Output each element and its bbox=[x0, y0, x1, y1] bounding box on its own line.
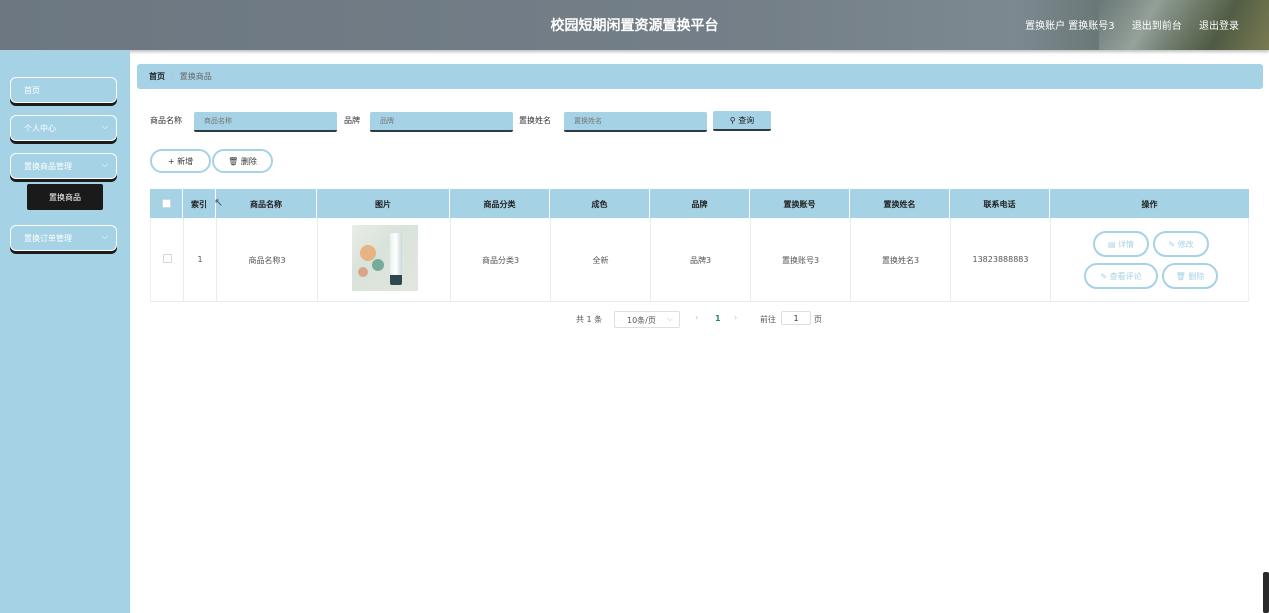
add-button[interactable]: + 新增 bbox=[150, 149, 211, 173]
goto-page-input[interactable]: 1 bbox=[781, 311, 811, 325]
image-flower-3 bbox=[358, 267, 368, 277]
next-page-icon[interactable]: › bbox=[734, 313, 737, 322]
row-delete-button-label: 删除 bbox=[1188, 272, 1205, 281]
query-button[interactable]: ⚲ 查询 bbox=[713, 111, 771, 131]
row-select-cell[interactable] bbox=[151, 218, 184, 301]
current-page-number[interactable]: 1 bbox=[715, 314, 721, 323]
view-reviews-button-label: 查看评论 bbox=[1109, 272, 1142, 281]
header-brand: 品牌 bbox=[650, 189, 750, 218]
header-links: 置换账户 置换账号3 退出到前台 退出登录 bbox=[1011, 17, 1239, 32]
product-image[interactable] bbox=[352, 225, 418, 291]
chevron-down-icon: ⌵ bbox=[101, 160, 108, 169]
chevron-down-icon: ⌵ bbox=[101, 232, 108, 241]
cell-account: 置换账号3 bbox=[751, 218, 851, 301]
sidebar-item-goods-management[interactable]: 置换商品管理 ⌵ bbox=[10, 153, 117, 179]
cell-operations: ▤ 详情 ✎ 修改 ✎ 查看评论 🗑 删除 bbox=[1051, 218, 1250, 301]
sidebar-item-order-management[interactable]: 置换订单管理 ⌵ bbox=[10, 225, 117, 251]
owner-name-input[interactable] bbox=[564, 112, 707, 132]
table-header: 索引 商品名称 图片 商品分类 成色 品牌 置换账号 置换姓名 联系电话 操作 bbox=[150, 189, 1249, 218]
header-phone: 联系电话 bbox=[950, 189, 1050, 218]
brand-label: 品牌 bbox=[344, 116, 360, 125]
goods-name-label: 商品名称 bbox=[150, 116, 182, 125]
row-delete-button[interactable]: 🗑 删除 bbox=[1162, 263, 1218, 289]
document-icon: ▤ bbox=[1107, 240, 1116, 249]
submenu-item-goods[interactable]: 置换商品 bbox=[27, 184, 103, 210]
owner-name-label: 置换姓名 bbox=[519, 116, 551, 125]
plus-icon: + bbox=[167, 157, 175, 166]
to-front-link[interactable]: 退出到前台 bbox=[1132, 21, 1182, 32]
cell-index: 1 bbox=[184, 218, 217, 301]
scrollbar-thumb[interactable] bbox=[1263, 572, 1269, 613]
edit-icon: ✎ bbox=[1168, 240, 1176, 249]
header-owner-name: 置换姓名 bbox=[850, 189, 950, 218]
pager-total: 共 1 条 bbox=[576, 315, 603, 324]
sidebar-item-label: 置换订单管理 bbox=[24, 234, 72, 243]
edit-button[interactable]: ✎ 修改 bbox=[1153, 231, 1209, 257]
account-info: 置换账户 置换账号3 bbox=[1025, 21, 1115, 32]
sidebar-item-label: 置换商品管理 bbox=[24, 162, 72, 171]
header-goods-name: 商品名称 bbox=[216, 189, 317, 218]
add-button-label: 新增 bbox=[177, 157, 194, 166]
chevron-down-icon: ⌵ bbox=[666, 314, 673, 323]
page-size-select[interactable]: 10条/页 ⌵ bbox=[614, 311, 680, 328]
sidebar-item-label: 首页 bbox=[24, 86, 40, 95]
logout-link[interactable]: 退出登录 bbox=[1199, 21, 1239, 32]
sidebar-item-home[interactable]: 首页 bbox=[10, 77, 117, 103]
prev-page-icon[interactable]: ‹ bbox=[695, 313, 698, 322]
trash-icon: 🗑 bbox=[228, 157, 239, 166]
edit-icon: ✎ bbox=[1100, 272, 1108, 281]
goto-label: 前往 bbox=[760, 315, 776, 324]
header-index: 索引 bbox=[183, 189, 216, 218]
query-button-label: 查询 bbox=[738, 116, 755, 125]
cell-condition: 全新 bbox=[551, 218, 651, 301]
breadcrumb-home[interactable]: 首页 bbox=[149, 72, 165, 81]
table-row: 1 商品名称3 商品分类3 全新 品牌3 置换账号3 置换姓名3 1382388… bbox=[150, 218, 1249, 302]
sidebar-item-label: 个人中心 bbox=[24, 124, 56, 133]
header-select-all[interactable] bbox=[150, 189, 183, 218]
breadcrumb: 首页 / 置换商品 bbox=[137, 64, 1263, 89]
view-reviews-button[interactable]: ✎ 查看评论 bbox=[1084, 263, 1158, 289]
detail-button-label: 详情 bbox=[1118, 240, 1135, 249]
image-flower-2 bbox=[372, 259, 384, 271]
batch-delete-button[interactable]: 🗑 删除 bbox=[212, 149, 273, 173]
top-header: 校园短期闲置资源置换平台 置换账户 置换账号3 退出到前台 退出登录 bbox=[0, 0, 1269, 50]
cell-brand: 品牌3 bbox=[651, 218, 751, 301]
edit-button-label: 修改 bbox=[1177, 240, 1194, 249]
breadcrumb-current: 置换商品 bbox=[179, 72, 212, 81]
image-tube-cap bbox=[390, 275, 402, 285]
select-all-checkbox[interactable] bbox=[161, 199, 171, 208]
delete-button-label: 删除 bbox=[240, 157, 257, 166]
breadcrumb-separator: / bbox=[171, 72, 174, 81]
image-flower-1 bbox=[360, 245, 376, 261]
header-operations: 操作 bbox=[1141, 200, 1158, 209]
header-condition: 成色 bbox=[550, 189, 650, 218]
mouse-cursor-icon: ↖ bbox=[214, 196, 224, 209]
trash-icon: 🗑 bbox=[1175, 272, 1186, 281]
header-image: 图片 bbox=[317, 189, 450, 218]
cell-owner-name: 置换姓名3 bbox=[851, 218, 951, 301]
brand-input[interactable] bbox=[370, 112, 513, 132]
page-unit-label: 页 bbox=[814, 315, 822, 324]
sidebar-item-personal-center[interactable]: 个人中心 ⌵ bbox=[10, 115, 117, 141]
detail-button[interactable]: ▤ 详情 bbox=[1093, 231, 1149, 257]
header-category: 商品分类 bbox=[450, 189, 550, 218]
cell-category: 商品分类3 bbox=[451, 218, 551, 301]
search-icon: ⚲ bbox=[729, 116, 736, 125]
page-size-value: 10条/页 bbox=[627, 316, 656, 325]
cell-phone: 13823888883 bbox=[951, 218, 1051, 301]
cell-goods-name: 商品名称3 bbox=[217, 218, 318, 301]
cell-image bbox=[318, 218, 451, 301]
chevron-down-icon: ⌵ bbox=[101, 122, 108, 131]
header-account: 置换账号 bbox=[750, 189, 850, 218]
row-checkbox[interactable] bbox=[162, 254, 172, 263]
goods-name-input[interactable] bbox=[194, 112, 337, 132]
